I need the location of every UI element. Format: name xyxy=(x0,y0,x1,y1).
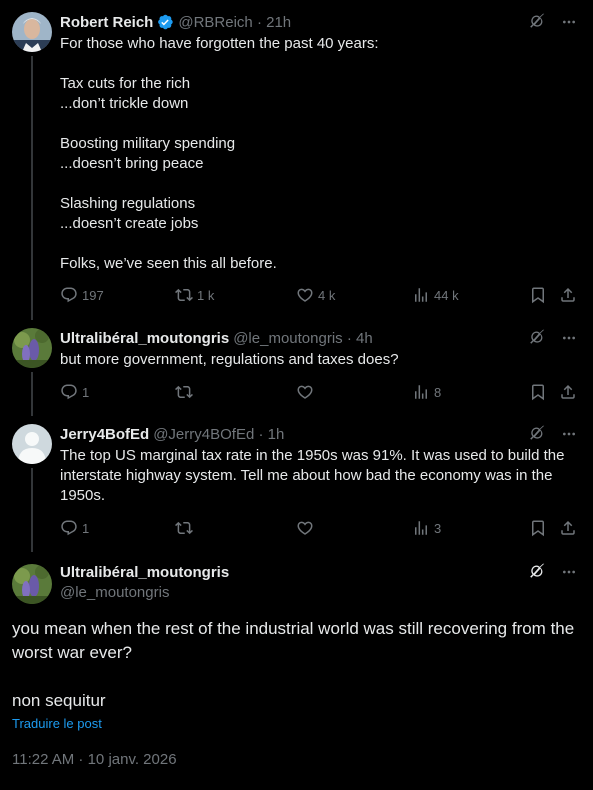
action-bar: 1 3 xyxy=(60,518,581,538)
views-count: 8 xyxy=(434,384,442,400)
author-name[interactable]: Ultralibéral_moutongris xyxy=(60,564,229,581)
retweet-button[interactable] xyxy=(175,383,193,401)
views-icon xyxy=(412,286,430,304)
reply-icon xyxy=(60,519,78,537)
tweet-reply-jerry[interactable]: Jerry4BofEd @Jerry4BOfEd · 1h The top US… xyxy=(0,424,593,544)
post-timestamp[interactable]: 11:22 AM · 10 janv. 2026 xyxy=(12,751,177,768)
author-handle[interactable]: @Jerry4BOfEd xyxy=(153,426,254,443)
retweet-button[interactable] xyxy=(175,519,193,537)
retweet-count: 1 k xyxy=(197,287,215,303)
views-button[interactable]: 3 xyxy=(412,519,441,537)
reply-icon xyxy=(60,286,78,304)
grok-icon[interactable] xyxy=(529,329,547,347)
like-button[interactable] xyxy=(296,519,314,537)
tweet-header: Robert Reich @RBReich · 21h xyxy=(60,12,291,32)
reply-count: 1 xyxy=(82,520,90,536)
author-name[interactable]: Ultralibéral_moutongris xyxy=(60,330,229,347)
tweet-reply-moutongris[interactable]: Ultralibéral_moutongris @le_moutongris ·… xyxy=(0,328,593,408)
separator-dot: · xyxy=(252,13,267,31)
views-button[interactable]: 8 xyxy=(412,383,441,401)
avatar[interactable] xyxy=(12,12,52,52)
main-tweet-text: you mean when the rest of the industrial… xyxy=(12,619,575,710)
reply-button[interactable]: 1 xyxy=(60,383,89,401)
retweet-icon xyxy=(175,383,193,401)
separator-dot: · xyxy=(254,425,268,443)
views-button[interactable]: 44 k xyxy=(412,286,459,304)
like-icon xyxy=(296,383,314,401)
bookmark-icon xyxy=(529,286,547,304)
views-icon xyxy=(412,519,430,537)
tweet-robert-reich[interactable]: Robert Reich @RBReich · 21h For those wh… xyxy=(0,12,593,312)
reply-count: 1 xyxy=(82,384,90,400)
tweet-top-icons xyxy=(529,562,577,582)
reply-count: 197 xyxy=(82,287,104,303)
post-time[interactable]: 21h xyxy=(266,14,291,31)
main-tweet: Ultralibéral_moutongris @le_moutongris y… xyxy=(0,560,593,790)
post-time[interactable]: 1h xyxy=(268,426,285,443)
like-count: 4 k xyxy=(318,287,336,303)
more-icon[interactable] xyxy=(561,330,577,346)
avatar[interactable] xyxy=(12,424,52,464)
avatar[interactable] xyxy=(12,328,52,368)
author-handle[interactable]: @le_moutongris xyxy=(233,330,342,347)
reply-icon xyxy=(60,383,78,401)
share-button[interactable] xyxy=(559,383,577,401)
like-icon xyxy=(296,286,314,304)
author-handle[interactable]: @le_moutongris xyxy=(60,584,169,601)
tweet-header: Ultralibéral_moutongris @le_moutongris ·… xyxy=(60,328,373,348)
tweet-top-icons xyxy=(529,328,577,348)
separator-dot: · xyxy=(342,329,356,347)
retweet-icon xyxy=(175,519,193,537)
share-icon xyxy=(559,286,577,304)
retweet-button[interactable]: 1 k xyxy=(175,286,214,304)
views-icon xyxy=(412,383,430,401)
grok-icon[interactable] xyxy=(529,13,547,31)
bookmark-button[interactable] xyxy=(529,286,547,304)
grok-icon[interactable] xyxy=(529,563,547,581)
more-icon[interactable] xyxy=(561,426,577,442)
like-button[interactable] xyxy=(296,383,314,401)
more-icon[interactable] xyxy=(561,564,577,580)
author-handle[interactable]: @RBReich xyxy=(178,14,252,31)
tweet-text: but more government, regulations and tax… xyxy=(60,351,399,368)
share-button[interactable] xyxy=(559,519,577,537)
author-name[interactable]: Jerry4BofEd xyxy=(60,426,149,443)
translate-link[interactable]: Traduire le post xyxy=(12,716,102,731)
share-button[interactable] xyxy=(559,286,577,304)
author-name[interactable]: Robert Reich xyxy=(60,14,153,31)
share-icon xyxy=(559,519,577,537)
more-icon[interactable] xyxy=(561,14,577,30)
tweet-text: The top US marginal tax rate in the 1950… xyxy=(60,447,565,504)
views-count: 3 xyxy=(434,520,442,536)
reply-button[interactable]: 1 xyxy=(60,519,89,537)
retweet-icon xyxy=(175,286,193,304)
views-count: 44 k xyxy=(434,287,459,303)
bookmark-button[interactable] xyxy=(529,383,547,401)
tweet-top-icons xyxy=(529,12,577,32)
bookmark-icon xyxy=(529,519,547,537)
bookmark-icon xyxy=(529,383,547,401)
share-icon xyxy=(559,383,577,401)
verified-badge-icon xyxy=(158,14,174,30)
like-icon xyxy=(296,519,314,537)
avatar[interactable] xyxy=(12,564,52,604)
grok-icon[interactable] xyxy=(529,425,547,443)
post-time[interactable]: 4h xyxy=(356,330,373,347)
action-bar: 197 1 k 4 k 44 k xyxy=(60,285,581,305)
tweet-header: Jerry4BofEd @Jerry4BOfEd · 1h xyxy=(60,424,284,444)
reply-button[interactable]: 197 xyxy=(60,286,104,304)
bookmark-button[interactable] xyxy=(529,519,547,537)
action-bar: 1 8 xyxy=(60,382,581,402)
tweet-top-icons xyxy=(529,424,577,444)
like-button[interactable]: 4 k xyxy=(296,286,335,304)
tweet-text: For those who have forgotten the past 40… xyxy=(60,35,379,272)
